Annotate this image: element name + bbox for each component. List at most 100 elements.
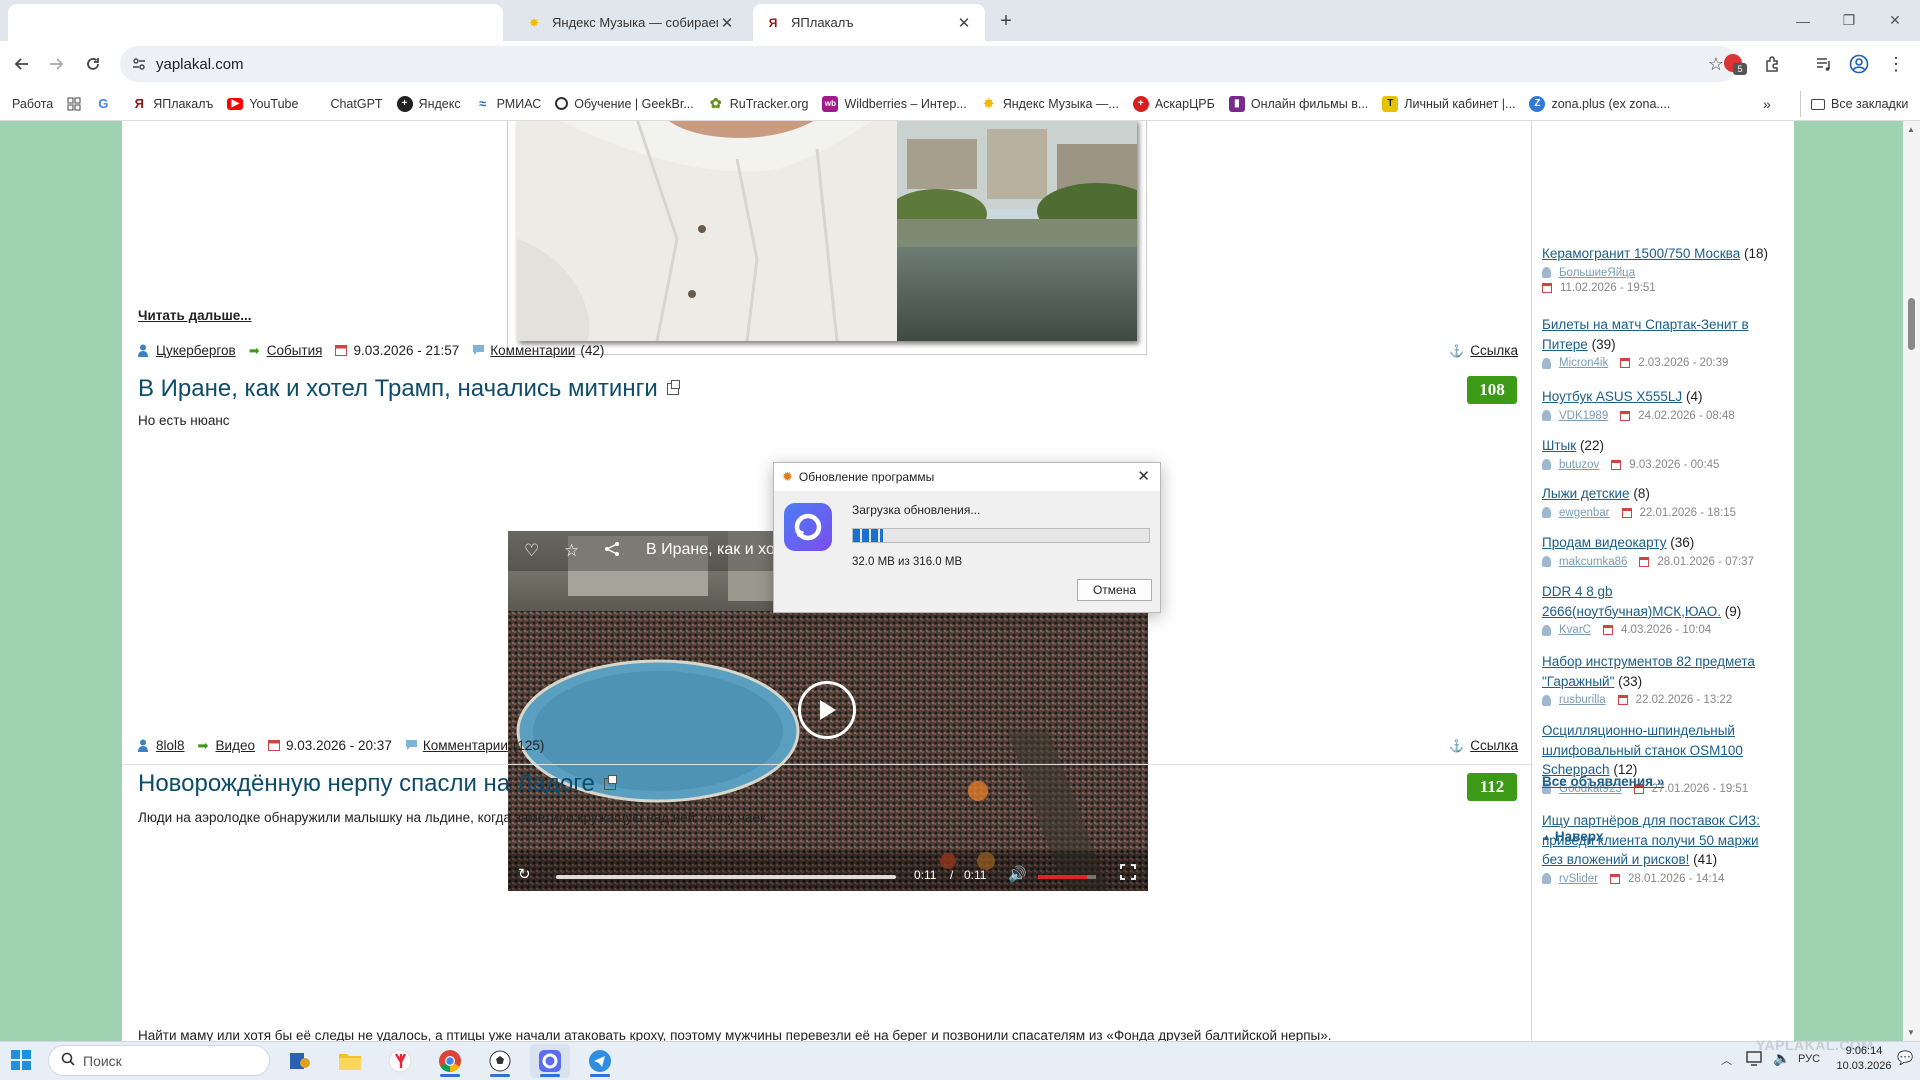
bookmark-yaplakal[interactable]: Я ЯПлакалъ — [124, 91, 220, 117]
permalink-link[interactable]: Ссылка — [1470, 343, 1518, 358]
play-button[interactable] — [798, 681, 856, 739]
open-new-window-icon[interactable] — [603, 775, 617, 790]
ad-title-link[interactable]: Ноутбук ASUS X555LJ — [1542, 389, 1682, 404]
ad-author-link[interactable]: rvSlider — [1559, 873, 1598, 885]
scroll-down-icon[interactable]: ▼ — [1907, 1028, 1915, 1037]
scroll-up-icon[interactable]: ▲ — [1907, 125, 1915, 134]
tray-chevron-icon[interactable]: ︿ — [1721, 1052, 1732, 1068]
author-link[interactable]: Цукербергов — [156, 343, 236, 358]
ad-title-link[interactable]: Керамогранит 1500/750 Москва — [1542, 246, 1740, 261]
system-clock[interactable]: 9:06:14 10.03.2026 — [1836, 1044, 1892, 1074]
extension-icon[interactable]: 5 — [1722, 52, 1747, 76]
input-language[interactable]: РУС — [1798, 1053, 1820, 1065]
site-info-icon[interactable] — [132, 57, 146, 71]
minimize-icon[interactable]: — — [1780, 0, 1826, 41]
forward-icon[interactable] — [40, 48, 72, 80]
author-link[interactable]: 8lol8 — [156, 738, 185, 753]
ad-title-link[interactable]: Лыжи детские — [1542, 486, 1630, 501]
ad-title-link[interactable]: Продам видеокарту — [1542, 535, 1666, 550]
bookmark-rmias[interactable]: ≈ РМИАС — [468, 91, 549, 117]
volume-slider[interactable] — [1038, 875, 1096, 879]
all-ads-link[interactable]: Все объявления » — [1542, 774, 1664, 789]
bookmark-folder-work[interactable]: Работа — [5, 91, 60, 117]
close-window-icon[interactable]: ✕ — [1872, 0, 1918, 41]
bookmark-geekbrains[interactable]: Обучение | GeekBr... — [548, 91, 700, 117]
scrollbar-thumb[interactable] — [1908, 298, 1915, 350]
fullscreen-icon[interactable] — [1120, 864, 1138, 882]
article-title[interactable]: Новорождённую нерпу спасли на Ладоге — [138, 770, 595, 798]
like-heart-icon[interactable]: ♡ — [524, 541, 539, 561]
taskbar-app-figures[interactable] — [280, 1044, 320, 1078]
taskbar-search[interactable]: Поиск — [48, 1045, 270, 1076]
extensions-puzzle-icon[interactable] — [1757, 48, 1789, 80]
ad-author-link[interactable]: makcumka86 — [1559, 556, 1627, 568]
permalink-link[interactable]: Ссылка — [1470, 738, 1518, 753]
favorite-star-icon[interactable]: ☆ — [564, 541, 579, 561]
browser-menu-icon[interactable]: ⋮ — [1880, 48, 1912, 80]
taskbar-file-explorer[interactable] — [330, 1044, 370, 1078]
open-new-window-icon[interactable] — [666, 380, 680, 395]
bookmark-wildberries[interactable]: wb Wildberries – Интер... — [815, 91, 973, 117]
ad-author-link[interactable]: KvarC — [1559, 624, 1591, 636]
start-button[interactable] — [10, 1049, 34, 1073]
more-bookmarks-icon[interactable]: » — [1756, 91, 1778, 117]
tab-yandex-music[interactable]: ✸ Яндекс Музыка — собираем м ✕ — [514, 4, 748, 41]
taskbar-soccer-app[interactable] — [480, 1044, 520, 1078]
replay-icon[interactable]: ↻ — [518, 865, 531, 883]
rating-badge[interactable]: 112 — [1467, 773, 1517, 801]
bookmark-yandex-music[interactable]: ✸ Яндекс Музыка —... — [974, 91, 1126, 117]
close-tab-icon[interactable]: ✕ — [718, 14, 736, 32]
ad-title-link[interactable]: Осцилляционно-шпиндельный шлифовальный с… — [1542, 723, 1743, 777]
tab-blank[interactable] — [8, 4, 503, 41]
dialog-close-icon[interactable]: ✕ — [1137, 467, 1150, 485]
bookmark-rutracker[interactable]: ✿ RuTracker.org — [701, 91, 816, 117]
address-bar[interactable]: yaplakal.com ☆ — [120, 46, 1738, 82]
ad-author-link[interactable]: Micron4ik — [1559, 357, 1608, 369]
new-tab-button[interactable]: + — [993, 8, 1019, 34]
close-tab-icon[interactable]: ✕ — [955, 14, 973, 32]
category-link[interactable]: События — [267, 343, 323, 358]
all-bookmarks-button[interactable]: Все закладки — [1800, 91, 1915, 117]
comments-link[interactable]: Комментарии — [423, 738, 508, 753]
ad-title-link[interactable]: Билеты на матч Спартак-Зенит в Питере — [1542, 317, 1749, 352]
bookmark-cabinet[interactable]: T Личный кабинет |... — [1375, 91, 1522, 117]
comments-link[interactable]: Комментарии — [490, 343, 575, 358]
media-control-icon[interactable] — [1808, 48, 1840, 80]
ad-title-link[interactable]: Набор инструментов 82 предмета "Гаражный… — [1542, 654, 1755, 689]
rating-badge[interactable]: 108 — [1467, 376, 1517, 404]
article-title[interactable]: В Иране, как и хотел Трамп, начались мит… — [138, 375, 658, 403]
ad-title-link[interactable]: Штык — [1542, 438, 1576, 453]
category-link[interactable]: Видео — [216, 738, 255, 753]
reload-icon[interactable] — [77, 48, 109, 80]
to-top-link[interactable]: ▲ Наверх — [1542, 829, 1603, 844]
ad-author-link[interactable]: БольшиеЯйца — [1559, 267, 1635, 279]
bookmark-zona[interactable]: Zzona.plus (ex zona.... — [1522, 91, 1677, 117]
article-photo[interactable] — [507, 121, 1147, 355]
notifications-icon[interactable]: 💬 — [1897, 1050, 1913, 1066]
tab-yaplakal[interactable]: Я ЯПлакалъ ✕ — [753, 4, 985, 41]
video-seekbar[interactable] — [556, 875, 896, 879]
taskbar-messenger[interactable] — [580, 1044, 620, 1078]
apps-grid-icon[interactable] — [60, 91, 88, 117]
taskbar-updater-app[interactable] — [530, 1044, 570, 1078]
cancel-button[interactable]: Отмена — [1077, 579, 1152, 601]
share-icon[interactable] — [604, 541, 622, 559]
bookmark-chatgpt[interactable]: ChatGPT — [323, 91, 389, 117]
bookmark-youtube[interactable]: ▶ YouTube — [220, 91, 305, 117]
bookmark-askar[interactable]: + АскарЦРБ — [1126, 91, 1222, 117]
page-scrollbar[interactable]: ▲ ▼ — [1903, 121, 1920, 1041]
profile-icon[interactable] — [1843, 48, 1875, 80]
read-more-link[interactable]: Читать дальше... — [138, 308, 252, 323]
volume-icon[interactable]: 🔊 — [1008, 865, 1027, 883]
ad-author-link[interactable]: rusburilla — [1559, 694, 1606, 706]
ad-author-link[interactable]: VDK1989 — [1559, 410, 1608, 422]
bookmark-films[interactable]: ▮ Онлайн фильмы в... — [1222, 91, 1375, 117]
bookmark-yandex[interactable]: + Яндекс — [390, 91, 468, 117]
ad-author-link[interactable]: ewgenbar — [1559, 507, 1610, 519]
restore-icon[interactable]: ❐ — [1826, 0, 1872, 41]
ad-author-link[interactable]: butuzov — [1559, 459, 1599, 471]
taskbar-yandex-browser[interactable] — [380, 1044, 420, 1078]
bookmark-google[interactable]: G — [88, 91, 124, 117]
ad-title-link[interactable]: DDR 4 8 gb 2666(ноутбучная)МСК,ЮАО. — [1542, 584, 1721, 619]
taskbar-chrome[interactable] — [430, 1044, 470, 1078]
